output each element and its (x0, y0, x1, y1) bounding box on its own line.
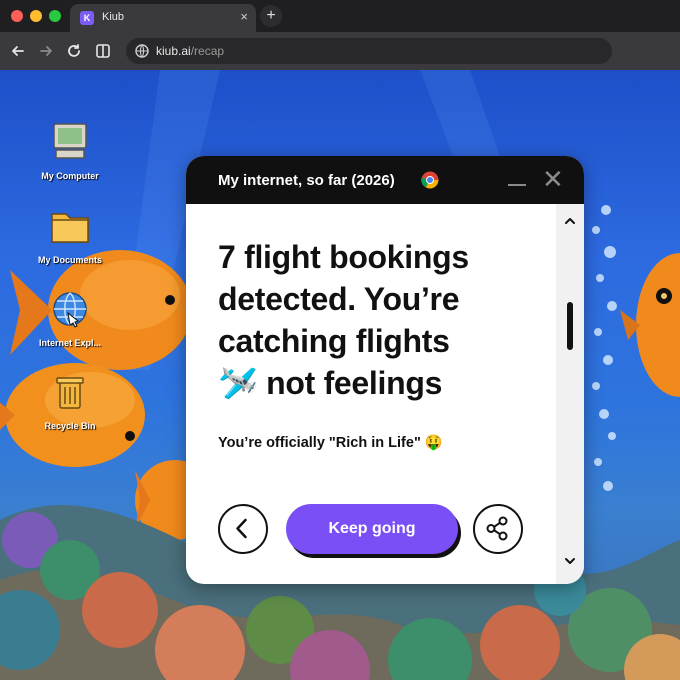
url-path: /recap (190, 44, 225, 58)
forward-arrow-icon[interactable] (36, 41, 56, 61)
previous-button[interactable] (218, 504, 268, 554)
browser-titlebar: K Kiub × + (0, 0, 680, 32)
airplane-emoji-icon: 🛩️ (218, 365, 258, 401)
desktop-icon-label: My Computer (41, 171, 99, 181)
desktop-icon-internet-explorer[interactable]: Internet Expl... (30, 287, 110, 348)
keep-going-button[interactable]: Keep going (286, 504, 458, 554)
maximize-window-button[interactable] (49, 10, 61, 22)
popup-title: My internet, so far (2026) (218, 172, 395, 189)
tab-title: Kiub (102, 11, 125, 23)
recap-popup: My internet, so far (2026) ✕ 7 flight bo… (186, 156, 584, 584)
folder-icon (51, 213, 89, 243)
share-button[interactable] (473, 504, 523, 554)
headline-line: detected. You’re (218, 281, 460, 317)
browser-toolbar: kiub.ai/recap (0, 32, 680, 70)
reload-icon[interactable] (64, 41, 84, 61)
headline-line: 🛩️ not feelings (218, 362, 548, 404)
url-text: kiub.ai/recap (156, 44, 224, 58)
desktop-icon-my-computer[interactable]: My Computer (30, 120, 110, 181)
popup-scrollbar[interactable] (556, 204, 584, 584)
new-tab-button[interactable]: + (260, 5, 282, 27)
url-host: kiub.ai (156, 44, 191, 58)
scroll-down-chevron-icon[interactable] (563, 554, 577, 568)
site-info-icon[interactable] (134, 43, 150, 59)
tab-close-icon[interactable]: × (240, 9, 248, 24)
desktop-icon-recycle-bin[interactable]: Recycle Bin (30, 370, 110, 431)
desktop-icon-my-documents[interactable]: My Documents (30, 204, 110, 265)
chevron-left-icon (236, 518, 247, 539)
minimize-popup-button[interactable] (508, 184, 526, 186)
popup-header: My internet, so far (2026) ✕ (186, 156, 584, 204)
desktop-icon-label: Internet Expl... (38, 338, 101, 348)
internet-explorer-icon (53, 292, 87, 328)
scroll-up-chevron-icon[interactable] (563, 214, 577, 228)
headline-text: not feelings (257, 365, 443, 401)
recap-headline: 7 flight bookings detected. You’re catch… (218, 236, 548, 404)
close-popup-button[interactable]: ✕ (542, 166, 564, 192)
browser-tab[interactable]: K Kiub × (70, 4, 256, 32)
close-window-button[interactable] (11, 10, 23, 22)
address-bar[interactable]: kiub.ai/recap (126, 38, 612, 64)
recap-subline: You’re officially "Rich in Life" 🤑 (218, 435, 443, 451)
desktop-icon-label: My Documents (37, 255, 102, 265)
desktop-icon-label: Recycle Bin (44, 421, 96, 431)
kiub-favicon-icon: K (80, 11, 94, 25)
share-icon (486, 516, 508, 541)
computer-icon (53, 123, 87, 159)
scrollbar-thumb[interactable] (567, 302, 573, 350)
split-view-icon[interactable] (93, 41, 113, 61)
minimize-window-button[interactable] (30, 10, 42, 22)
back-arrow-icon[interactable] (8, 41, 28, 61)
headline-line: 7 flight bookings (218, 239, 469, 275)
recycle-bin-icon (56, 377, 84, 409)
headline-line: catching flights (218, 323, 450, 359)
chrome-logo-icon (421, 171, 439, 189)
